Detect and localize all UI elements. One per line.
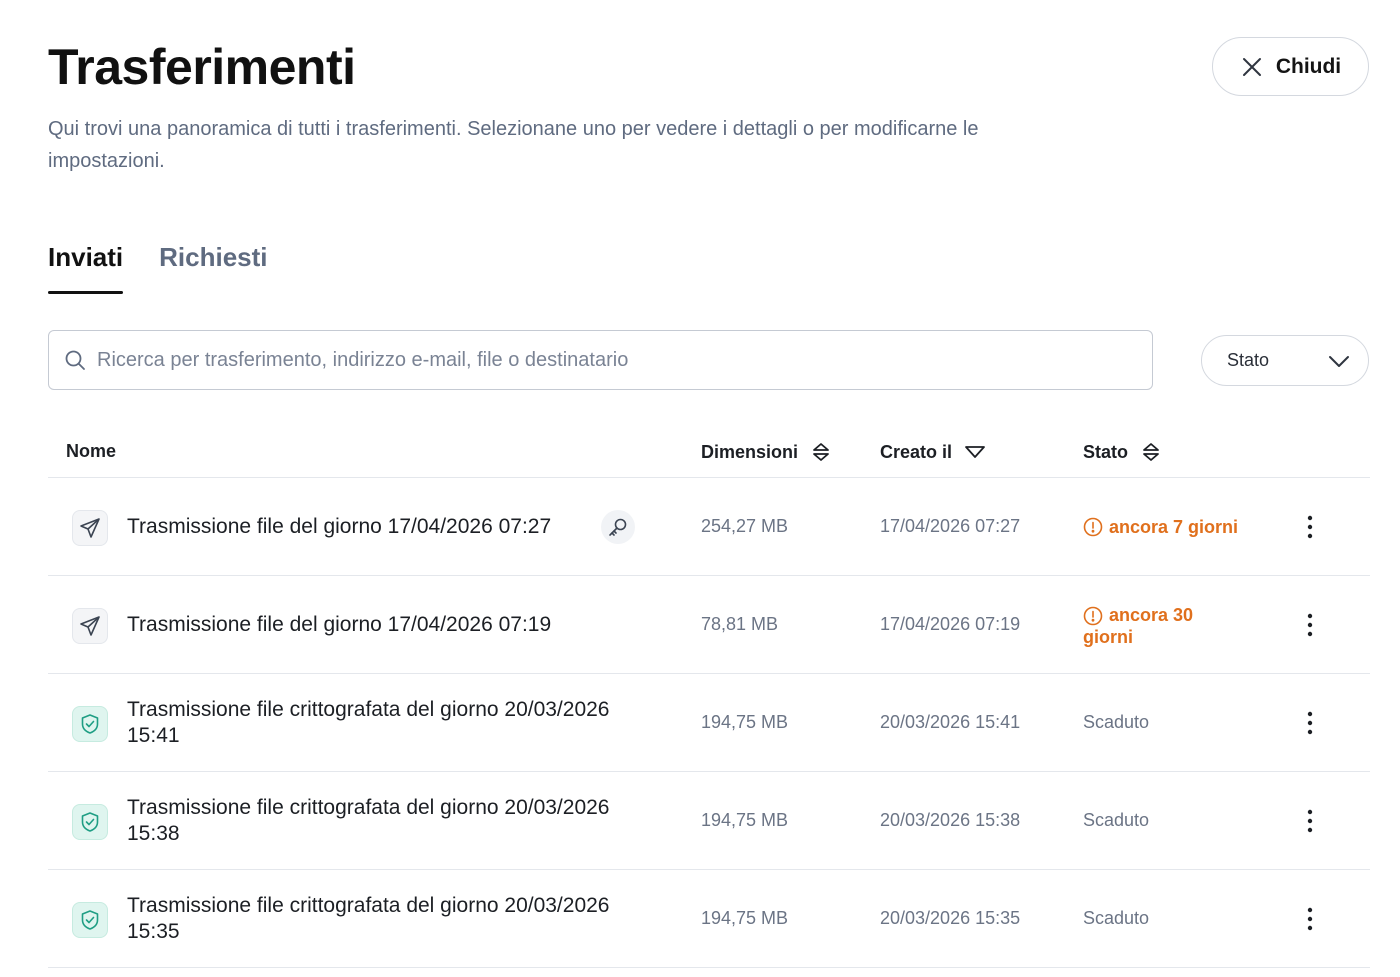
transfer-created: 17/04/2026 07:19 bbox=[880, 614, 1021, 634]
column-header-status[interactable]: Stato bbox=[1083, 441, 1162, 463]
status-text: ancora 30 giorni bbox=[1083, 605, 1194, 647]
sort-icon bbox=[813, 443, 829, 461]
more-vertical-icon bbox=[1307, 809, 1313, 833]
search-icon bbox=[65, 350, 85, 370]
more-vertical-icon bbox=[1307, 515, 1313, 539]
shield-check-icon bbox=[72, 804, 108, 840]
close-button[interactable]: Chiudi bbox=[1212, 37, 1369, 96]
more-vertical-icon bbox=[1307, 613, 1313, 637]
search-input[interactable] bbox=[97, 348, 1137, 372]
more-vertical-icon bbox=[1307, 907, 1313, 931]
status-text: Scaduto bbox=[1083, 908, 1150, 928]
table-row[interactable]: Trasmissione file crittografata del gior… bbox=[48, 870, 1370, 968]
transfer-created: 20/03/2026 15:35 bbox=[880, 908, 1021, 928]
sort-descending-icon bbox=[965, 446, 985, 458]
row-actions-menu-button[interactable] bbox=[1298, 513, 1322, 541]
table-row[interactable]: Trasmissione file del giorno 17/04/2026 … bbox=[48, 576, 1370, 674]
transfer-size: 254,27 MB bbox=[701, 516, 789, 536]
tab-requested[interactable]: Richiesti bbox=[159, 238, 267, 294]
more-vertical-icon bbox=[1307, 711, 1313, 735]
table-row[interactable]: Trasmissione file crittografata del gior… bbox=[48, 772, 1370, 870]
page-description: Qui trovi una panoramica di tutti i tras… bbox=[48, 118, 979, 172]
shield-check-icon bbox=[72, 706, 108, 742]
column-header-created[interactable]: Creato il bbox=[880, 441, 986, 463]
paper-plane-icon bbox=[72, 608, 108, 644]
tab-sent[interactable]: Inviati bbox=[48, 238, 124, 294]
shield-check-icon bbox=[72, 902, 108, 938]
tab-bar: Inviati Richiesti bbox=[48, 238, 268, 294]
transfer-size: 194,75 MB bbox=[701, 908, 789, 928]
transfer-name: Trasmissione file crittografata del gior… bbox=[127, 894, 610, 943]
transfer-created: 20/03/2026 15:41 bbox=[880, 712, 1021, 732]
transfers-table: Nome Dimensioni Creato il Stato Trasmiss… bbox=[48, 424, 1370, 968]
status-filter-label: Stato bbox=[1227, 350, 1270, 370]
close-icon bbox=[1242, 57, 1261, 76]
transfer-size: 194,75 MB bbox=[701, 712, 789, 732]
row-actions-menu-button[interactable] bbox=[1298, 905, 1322, 933]
table-row[interactable]: Trasmissione file del giorno 17/04/2026 … bbox=[48, 478, 1370, 576]
status-badge: ancora 7 giorni bbox=[1083, 516, 1253, 538]
transfer-created: 17/04/2026 07:27 bbox=[880, 516, 1021, 536]
transfer-name: Trasmissione file crittografata del gior… bbox=[127, 698, 610, 747]
status-filter-dropdown[interactable]: Stato bbox=[1201, 335, 1369, 386]
status-text: Scaduto bbox=[1083, 712, 1150, 732]
status-text: Scaduto bbox=[1083, 810, 1150, 830]
column-header-name: Nome bbox=[66, 441, 117, 461]
alert-circle-icon bbox=[1083, 606, 1103, 626]
row-actions-menu-button[interactable] bbox=[1298, 807, 1322, 835]
column-header-size[interactable]: Dimensioni bbox=[701, 441, 832, 463]
search-box bbox=[48, 330, 1153, 390]
row-actions-menu-button[interactable] bbox=[1298, 709, 1322, 737]
sort-icon bbox=[1143, 443, 1159, 461]
page-title: Trasferimenti bbox=[48, 39, 356, 95]
key-icon[interactable] bbox=[601, 510, 635, 544]
paper-plane-icon bbox=[72, 510, 108, 546]
chevron-down-icon bbox=[1329, 355, 1349, 367]
transfer-created: 20/03/2026 15:38 bbox=[880, 810, 1021, 830]
alert-circle-icon bbox=[1083, 517, 1103, 537]
transfer-name: Trasmissione file del giorno 17/04/2026 … bbox=[127, 613, 552, 636]
table-row[interactable]: Trasmissione file crittografata del gior… bbox=[48, 674, 1370, 772]
status-badge: ancora 30 giorni bbox=[1083, 604, 1253, 648]
transfer-size: 78,81 MB bbox=[701, 614, 779, 634]
row-actions-menu-button[interactable] bbox=[1298, 611, 1322, 639]
close-button-label: Chiudi bbox=[1275, 54, 1342, 78]
transfer-name: Trasmissione file crittografata del gior… bbox=[127, 796, 610, 845]
transfer-size: 194,75 MB bbox=[701, 810, 789, 830]
transfer-name: Trasmissione file del giorno 17/04/2026 … bbox=[127, 515, 552, 538]
table-header: Nome Dimensioni Creato il Stato bbox=[48, 424, 1370, 478]
